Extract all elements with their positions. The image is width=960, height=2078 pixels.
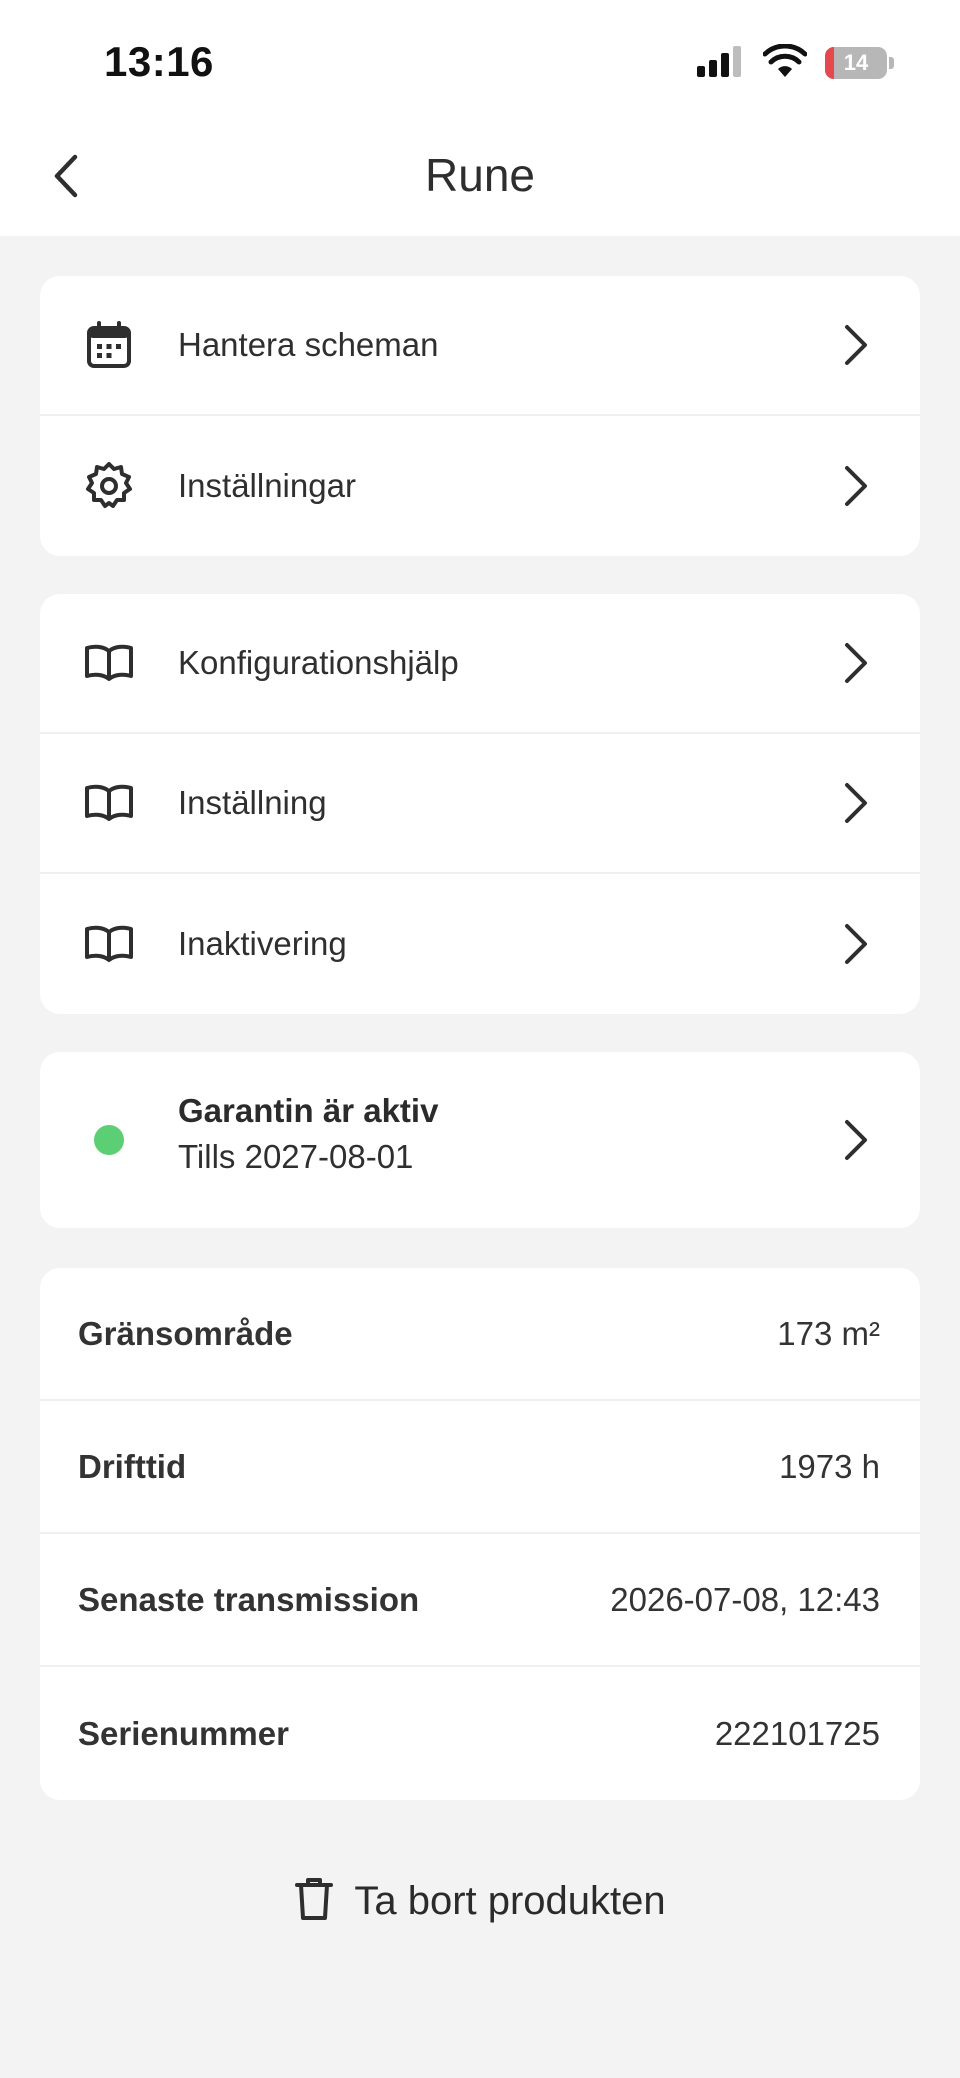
page-title: Rune (425, 149, 535, 201)
delete-product-button[interactable]: Ta bort produkten (0, 1866, 960, 1936)
menu-item-label: Inaktivering (178, 925, 347, 962)
menu-item-installning[interactable]: Inställning (40, 734, 920, 874)
menu-group-schedule-settings: Hantera scheman Inställningar (40, 276, 920, 556)
info-row-serial-number: Serienummer 222101725 (40, 1667, 920, 1800)
product-info-card: Gränsområde 173 m² Drifttid 1973 h Senas… (40, 1268, 920, 1800)
battery-icon: 14 (825, 47, 894, 79)
top-bar: 13:16 14 Rune (0, 0, 960, 236)
info-key: Gränsområde (78, 1314, 293, 1352)
info-row-boundary-area: Gränsområde 173 m² (40, 1268, 920, 1401)
status-time: 13:16 (104, 38, 214, 85)
warranty-title: Garantin är aktiv (178, 1092, 439, 1129)
chevron-right-icon (842, 781, 870, 825)
chevron-right-icon (842, 323, 870, 367)
info-key: Senaste transmission (78, 1580, 420, 1618)
menu-item-installningar[interactable]: Inställningar (40, 416, 920, 556)
status-icons: 14 (697, 43, 894, 83)
gear-icon (84, 461, 134, 511)
menu-item-konfigurationshjalp[interactable]: Konfigurationshjälp (40, 594, 920, 734)
info-value: 2026-07-08, 12:43 (610, 1580, 880, 1618)
info-key: Drifttid (78, 1447, 187, 1485)
book-icon (84, 778, 134, 828)
trash-icon (294, 1876, 334, 1927)
chevron-right-icon (842, 641, 870, 685)
battery-level: 14 (843, 50, 869, 75)
menu-item-label: Konfigurationshjälp (178, 644, 459, 681)
menu-item-label: Inställningar (178, 467, 356, 504)
warranty-status-dot (94, 1125, 124, 1155)
chevron-right-icon (842, 922, 870, 966)
info-row-last-transmission: Senaste transmission 2026-07-08, 12:43 (40, 1534, 920, 1667)
chevron-right-icon (842, 1118, 870, 1162)
delete-product-label: Ta bort produkten (354, 1878, 666, 1923)
warranty-subtitle: Tills 2027-08-01 (178, 1138, 414, 1175)
info-value: 222101725 (714, 1714, 880, 1752)
info-value: 173 m² (777, 1314, 880, 1352)
info-value: 1973 h (779, 1447, 880, 1485)
menu-item-label: Inställning (178, 784, 327, 821)
menu-item-label: Hantera scheman (178, 326, 439, 363)
calendar-icon (84, 320, 134, 370)
warranty-card: Garantin är aktiv Tills 2027-08-01 (40, 1052, 920, 1228)
battery-fill (825, 47, 834, 79)
info-key: Serienummer (78, 1714, 289, 1752)
menu-item-hantera-scheman[interactable]: Hantera scheman (40, 276, 920, 416)
wifi-icon (762, 43, 808, 83)
warranty-row[interactable]: Garantin är aktiv Tills 2027-08-01 (40, 1052, 920, 1228)
chevron-right-icon (842, 464, 870, 508)
book-icon (84, 919, 134, 969)
menu-item-inaktivering[interactable]: Inaktivering (40, 874, 920, 1014)
menu-group-guides: Konfigurationshjälp Inställning Inaktive… (40, 594, 920, 1014)
book-icon (84, 638, 134, 688)
info-row-operating-time: Drifttid 1973 h (40, 1401, 920, 1534)
signal-icon (697, 45, 745, 82)
